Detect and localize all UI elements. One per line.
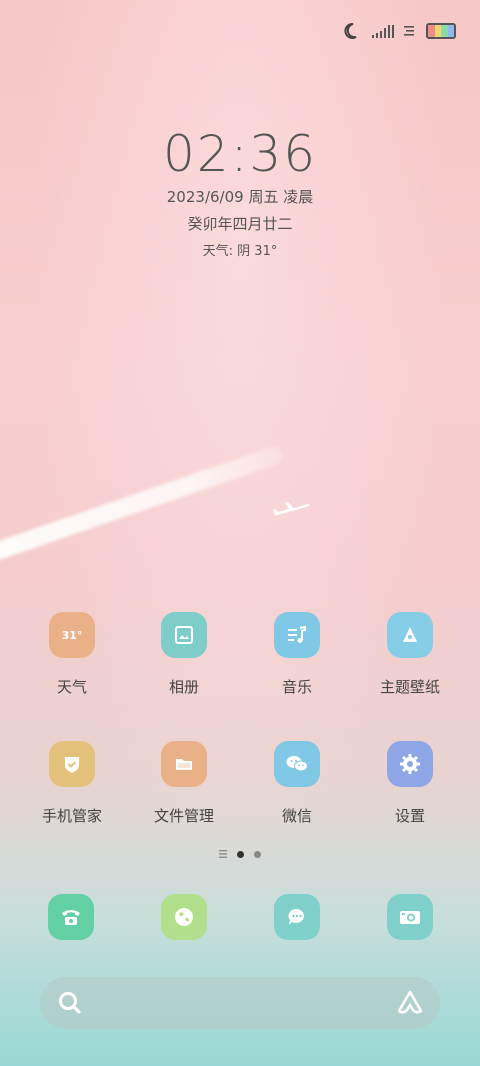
app-settings[interactable]: 设置: [360, 741, 460, 826]
phone-icon: [62, 910, 80, 925]
app-drawer-icon[interactable]: [219, 850, 227, 858]
dock-messages[interactable]: [274, 894, 320, 940]
moon-icon: [344, 23, 357, 39]
app-weather[interactable]: 31° 天气: [22, 612, 122, 697]
app-label: 设置: [394, 807, 425, 825]
music-icon: [274, 612, 320, 658]
weather-icon: 31°: [49, 612, 95, 658]
lunar-date: 癸卯年四月廿二: [187, 215, 293, 233]
wechat-icon: [274, 741, 320, 787]
app-label: 天气: [56, 678, 87, 696]
page-indicator[interactable]: [0, 850, 480, 858]
browser-icon: [175, 908, 193, 926]
page-dot[interactable]: [254, 850, 261, 858]
app-wechat[interactable]: 微信: [247, 741, 347, 826]
search-bar[interactable]: [40, 977, 440, 1029]
signal-icon: [372, 25, 394, 38]
app-music[interactable]: 音乐: [247, 612, 347, 697]
app-label: 主题壁纸: [379, 678, 440, 696]
app-file-manager[interactable]: 文件管理: [134, 741, 234, 826]
status-bar: [344, 20, 456, 42]
theme-icon: [387, 612, 433, 658]
clock-time[interactable]: 02:36: [0, 125, 480, 183]
settings-icon: [387, 741, 433, 787]
dock-camera[interactable]: [387, 894, 433, 940]
dock-phone[interactable]: [48, 894, 94, 940]
wifi-icon: [404, 26, 414, 36]
airplane-icon: [273, 502, 310, 516]
search-icon[interactable]: [56, 989, 84, 1017]
app-phone-manager[interactable]: 手机管家: [22, 741, 122, 826]
app-gallery[interactable]: 相册: [134, 612, 234, 697]
app-label: 手机管家: [41, 807, 102, 825]
app-label: 相册: [168, 678, 199, 696]
dock-browser[interactable]: [161, 894, 207, 940]
messages-icon: [288, 908, 305, 925]
contrail: [0, 444, 286, 566]
page-dot-active[interactable]: [237, 850, 244, 858]
app-themes[interactable]: 主题壁纸: [360, 612, 460, 697]
clock-date: 2023/6/09 周五 凌晨: [166, 188, 314, 206]
camera-icon: [400, 911, 420, 924]
app-label: 音乐: [281, 678, 312, 696]
assistant-icon[interactable]: [396, 989, 424, 1017]
folder-icon: [161, 741, 207, 787]
battery-icon: [426, 23, 456, 39]
weather-summary: 天气: 阴 31°: [202, 244, 278, 259]
app-label: 文件管理: [153, 807, 214, 825]
security-icon: [49, 741, 95, 787]
app-label: 微信: [281, 807, 312, 825]
gallery-icon: [161, 612, 207, 658]
